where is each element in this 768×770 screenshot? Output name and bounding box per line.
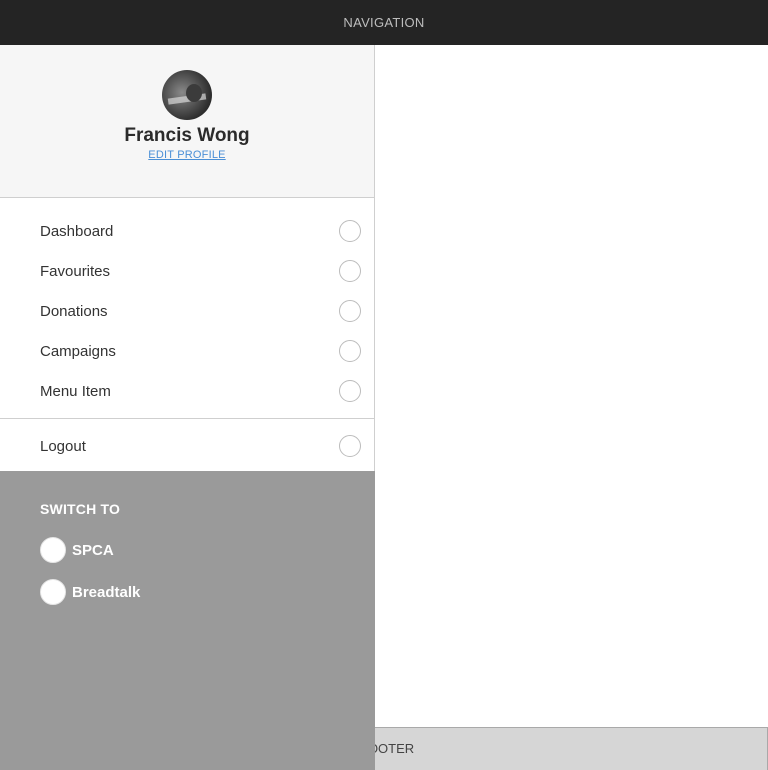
navigation-drawer: Francis Wong EDIT PROFILE Dashboard Favo… [0,45,375,770]
menu-item-generic[interactable]: Menu Item [0,371,374,411]
menu-item-label: Menu Item [40,382,111,400]
logout-button[interactable]: Logout [0,426,374,466]
menu-item-label: Favourites [40,262,111,280]
switch-to-title: SWITCH TO [40,501,121,517]
menu-item-favourites[interactable]: Favourites [0,251,374,291]
radio-icon [339,340,361,362]
menu-item-label: Donations [40,302,108,320]
radio-icon [339,435,361,457]
main-content-area [375,45,768,727]
switch-to-section: SWITCH TO SPCA Breadtalk [0,471,375,770]
switch-option-label: SPCA [72,541,114,559]
switch-option-breadtalk[interactable]: Breadtalk [40,579,140,605]
radio-icon [339,220,361,242]
switch-option-label: Breadtalk [72,583,141,601]
navigation-title: NAVIGATION [343,15,425,30]
radio-icon [339,300,361,322]
avatar[interactable] [162,70,212,120]
radio-icon [40,537,66,563]
logout-section: Logout [0,419,374,469]
menu-item-label: Campaigns [40,342,116,360]
switch-option-spca[interactable]: SPCA [40,537,114,563]
menu-item-campaigns[interactable]: Campaigns [0,331,374,371]
menu-item-donations[interactable]: Donations [0,291,374,331]
footer-label: FOOTER [375,741,415,756]
edit-profile-link[interactable]: EDIT PROFILE [0,149,374,161]
footer-bar: FOOTER [375,727,768,770]
radio-icon [339,380,361,402]
menu-item-dashboard[interactable]: Dashboard [0,211,374,251]
profile-section: Francis Wong EDIT PROFILE [0,45,374,198]
menu-item-label: Dashboard [40,222,114,240]
menu-list: Dashboard Favourites Donations Campaigns… [0,198,374,419]
drawer-menu: Dashboard Favourites Donations Campaigns… [0,198,374,469]
profile-name: Francis Wong [124,125,250,146]
radio-icon [339,260,361,282]
top-navigation-bar: NAVIGATION [0,0,768,45]
logout-label: Logout [40,437,86,455]
radio-icon [40,579,66,605]
